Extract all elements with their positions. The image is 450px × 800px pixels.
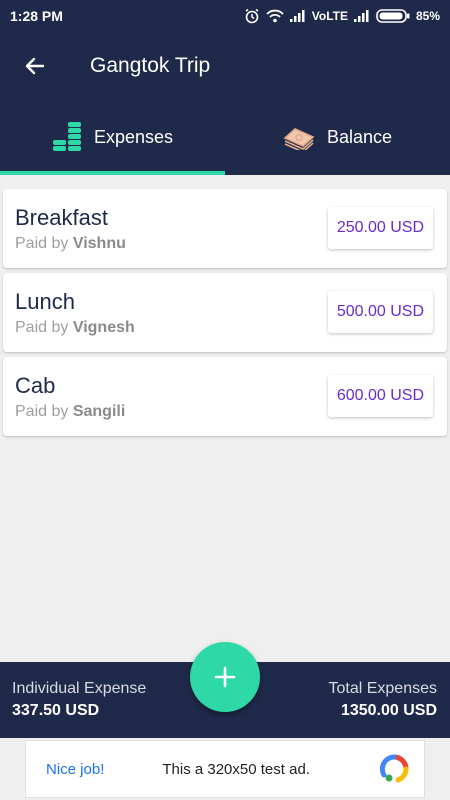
expense-amount: 250.00 USD bbox=[327, 207, 433, 249]
money-bills-icon bbox=[283, 127, 315, 150]
paid-by-prefix: Paid by bbox=[15, 235, 69, 252]
payer-name: Sangili bbox=[72, 403, 126, 420]
expense-name: Breakfast bbox=[15, 205, 108, 230]
individual-expense-value: 337.50 USD bbox=[12, 702, 100, 719]
status-time: 1:28 PM bbox=[10, 8, 63, 24]
expense-name: Cab bbox=[15, 373, 56, 398]
tab-balance-label: Balance bbox=[326, 127, 393, 147]
ad-banner[interactable]: Nice job! This a 320x50 test ad. bbox=[25, 740, 425, 798]
wifi-icon bbox=[266, 9, 284, 23]
coins-stack-icon bbox=[52, 121, 81, 151]
page-title: Gangtok Trip bbox=[90, 54, 211, 77]
expense-amount: 600.00 USD bbox=[327, 375, 433, 417]
battery-label: 85% bbox=[415, 9, 440, 23]
total-expenses-label: Total Expenses bbox=[328, 680, 437, 697]
add-expense-button[interactable] bbox=[190, 642, 260, 712]
signal-icon-2 bbox=[353, 10, 369, 22]
app-bar: Gangtok Trip bbox=[0, 32, 450, 100]
tab-expenses-label: Expenses bbox=[93, 127, 174, 147]
total-expenses-value: 1350.00 USD bbox=[340, 702, 437, 719]
paid-by-prefix: Paid by bbox=[15, 403, 69, 420]
payer-name: Vignesh bbox=[72, 319, 135, 336]
expense-paid-by: Paid by Vishnu bbox=[15, 235, 126, 253]
expense-item[interactable]: Breakfast Paid by Vishnu 250.00 USD bbox=[3, 189, 447, 268]
payer-name: Vishnu bbox=[72, 235, 126, 252]
back-button[interactable] bbox=[0, 32, 70, 100]
tab-balance[interactable]: Balance bbox=[225, 100, 450, 175]
battery-icon bbox=[376, 9, 410, 23]
tab-bar: Expenses Balance bbox=[0, 100, 450, 175]
expense-paid-by: Paid by Vignesh bbox=[15, 319, 135, 337]
paid-by-prefix: Paid by bbox=[15, 319, 69, 336]
signal-icon bbox=[289, 10, 305, 22]
ad-nice-label: Nice job! bbox=[46, 760, 105, 778]
ad-text: This a 320x50 test ad. bbox=[162, 760, 310, 778]
expense-paid-by: Paid by Sangili bbox=[15, 403, 125, 421]
expense-amount: 500.00 USD bbox=[327, 291, 433, 333]
ad-logo-icon bbox=[379, 754, 409, 783]
status-bar: 1:28 PM VoLTE 85% bbox=[0, 0, 450, 32]
network-label: VoLTE bbox=[311, 9, 348, 23]
plus-icon bbox=[214, 666, 236, 688]
status-icons: VoLTE 85% bbox=[244, 8, 440, 24]
individual-expense-summary: Individual Expense 337.50 USD bbox=[12, 680, 146, 720]
expense-item[interactable]: Lunch Paid by Vignesh 500.00 USD bbox=[3, 273, 447, 352]
expense-item[interactable]: Cab Paid by Sangili 600.00 USD bbox=[3, 357, 447, 436]
arrow-left-icon bbox=[25, 57, 45, 75]
alarm-icon bbox=[245, 8, 259, 24]
total-expense-summary: Total Expenses 1350.00 USD bbox=[328, 680, 437, 720]
tab-expenses[interactable]: Expenses bbox=[0, 100, 225, 175]
individual-expense-label: Individual Expense bbox=[12, 680, 147, 697]
expense-name: Lunch bbox=[15, 289, 75, 314]
expense-list: Breakfast Paid by Vishnu 250.00 USD Lunc… bbox=[3, 189, 447, 441]
